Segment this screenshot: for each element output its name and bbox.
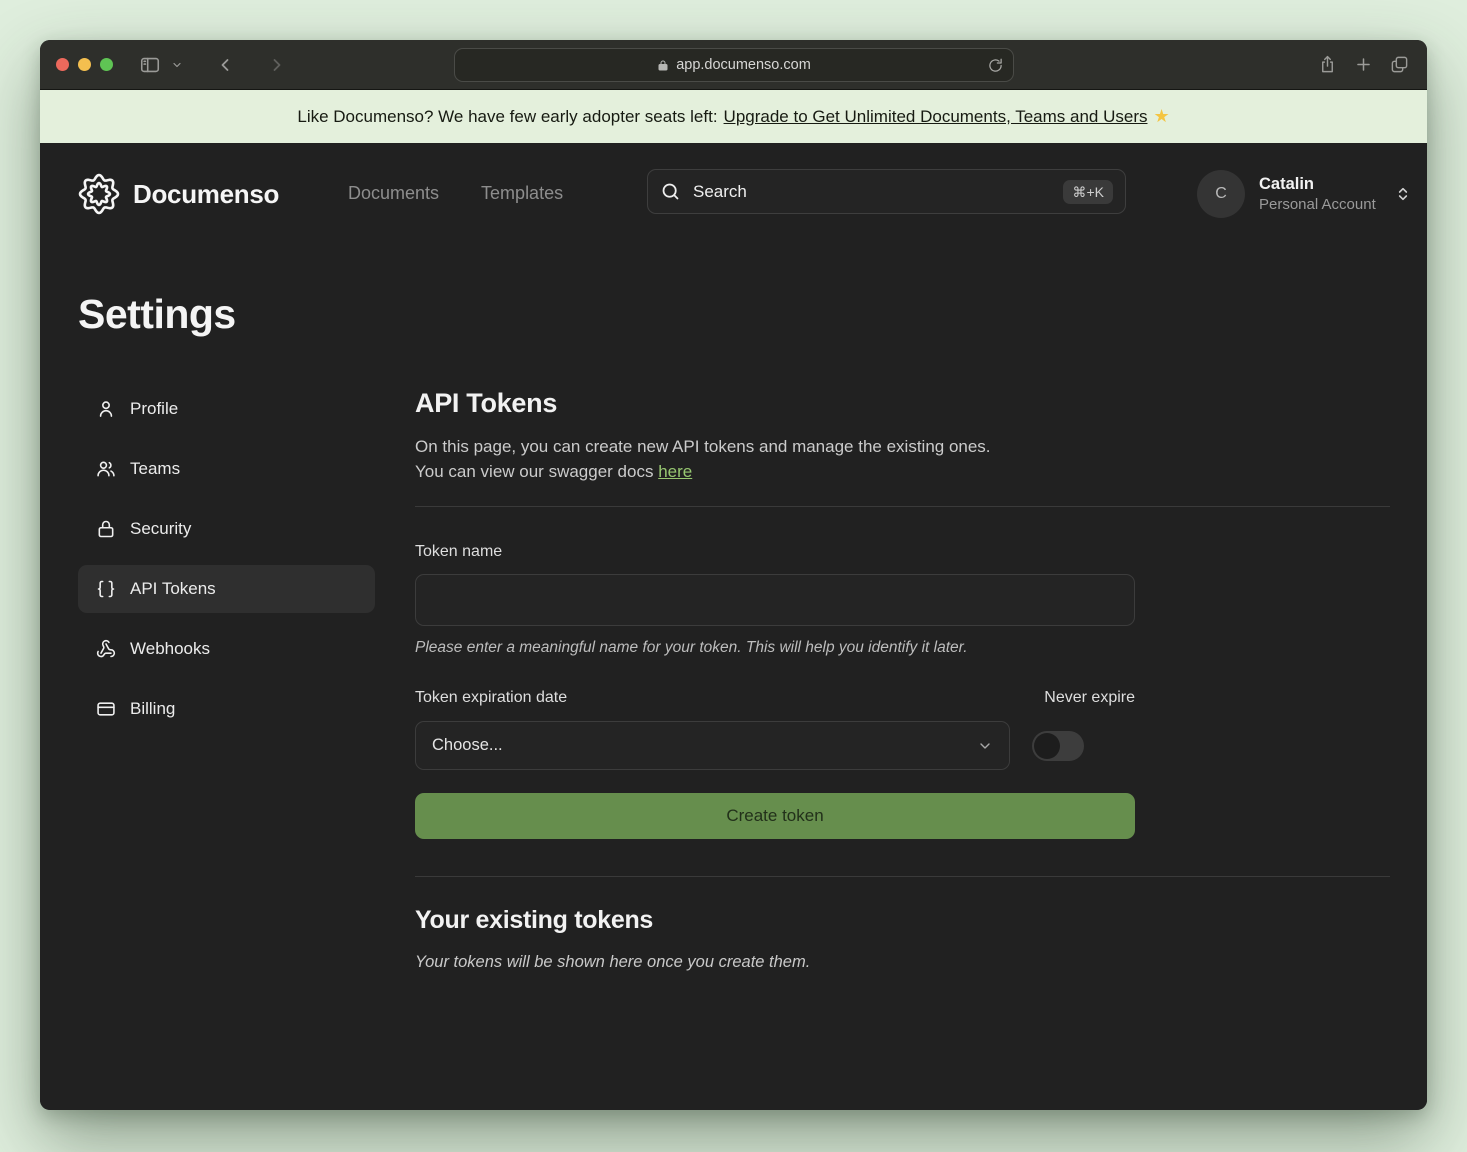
address-bar[interactable]: app.documenso.com xyxy=(454,48,1014,82)
description-line1: On this page, you can create new API tok… xyxy=(415,437,991,456)
sidebar-toggle-icon[interactable] xyxy=(139,54,161,76)
braces-icon xyxy=(96,579,116,599)
sidebar-item-label: Webhooks xyxy=(130,639,210,659)
search-label: Search xyxy=(693,182,1051,202)
account-name: Catalin xyxy=(1259,175,1395,194)
token-name-label: Token name xyxy=(415,543,1390,561)
chevron-down-icon xyxy=(977,738,993,754)
sidebar-item-billing[interactable]: Billing xyxy=(78,685,375,733)
divider xyxy=(415,506,1390,507)
nav-templates[interactable]: Templates xyxy=(481,183,563,204)
webhook-icon xyxy=(96,639,116,659)
lock-icon xyxy=(96,519,116,539)
search-shortcut-badge: ⌘+K xyxy=(1063,180,1113,204)
banner-text: Like Documenso? We have few early adopte… xyxy=(297,107,717,127)
zoom-window-button[interactable] xyxy=(100,58,113,71)
documenso-app: Documenso Documents Templates Search ⌘+K… xyxy=(40,143,1427,1109)
never-expire-toggle[interactable] xyxy=(1032,731,1084,761)
sidebar-item-profile[interactable]: Profile xyxy=(78,385,375,433)
minimize-window-button[interactable] xyxy=(78,58,91,71)
sidebar-item-label: Profile xyxy=(130,399,178,419)
token-name-input[interactable] xyxy=(415,574,1135,626)
section-title: API Tokens xyxy=(415,388,1390,419)
nav-documents[interactable]: Documents xyxy=(348,183,439,204)
expiration-select[interactable]: Choose... xyxy=(415,721,1010,770)
user-icon xyxy=(96,399,116,419)
existing-tokens-empty-note: Your tokens will be shown here once you … xyxy=(415,953,1390,972)
settings-sidebar: Profile Teams Security AP xyxy=(78,385,375,733)
api-tokens-panel: API Tokens On this page, you can create … xyxy=(415,388,1390,972)
sidebar-item-webhooks[interactable]: Webhooks xyxy=(78,625,375,673)
share-icon[interactable] xyxy=(1318,54,1337,75)
browser-window: app.documenso.com xyxy=(40,40,1427,1110)
sidebar-chevron-icon[interactable] xyxy=(171,59,183,71)
sidebar-item-label: Teams xyxy=(130,459,180,479)
brand-name: Documenso xyxy=(133,179,279,210)
tab-overview-icon[interactable] xyxy=(1390,55,1409,74)
reload-icon[interactable] xyxy=(988,58,1003,73)
credit-card-icon xyxy=(96,699,116,719)
promo-banner: Like Documenso? We have few early adopte… xyxy=(40,90,1427,143)
sidebar-item-teams[interactable]: Teams xyxy=(78,445,375,493)
sidebar-item-security[interactable]: Security xyxy=(78,505,375,553)
traffic-lights xyxy=(56,58,113,71)
search-input[interactable]: Search ⌘+K xyxy=(647,169,1126,214)
token-name-help: Please enter a meaningful name for your … xyxy=(415,639,1390,657)
tls-lock-icon xyxy=(657,59,669,72)
sidebar-item-label: Security xyxy=(130,519,191,539)
token-expiration-label: Token expiration date xyxy=(415,689,567,707)
new-tab-icon[interactable] xyxy=(1354,55,1373,74)
url-text: app.documenso.com xyxy=(676,57,811,73)
back-button[interactable] xyxy=(215,55,235,75)
account-type: Personal Account xyxy=(1259,196,1395,213)
toggle-knob xyxy=(1034,733,1060,759)
divider xyxy=(415,876,1390,877)
sidebar-item-label: Billing xyxy=(130,699,175,719)
account-menu[interactable]: C Catalin Personal Account xyxy=(1197,170,1411,218)
section-description: On this page, you can create new API tok… xyxy=(415,434,1390,484)
forward-button[interactable] xyxy=(267,55,287,75)
sidebar-item-api-tokens[interactable]: API Tokens xyxy=(78,565,375,613)
star-icon: ★ xyxy=(1153,106,1169,127)
description-line2: You can view our swagger docs xyxy=(415,462,653,481)
documenso-flower-icon xyxy=(80,175,118,213)
browser-chrome: app.documenso.com xyxy=(40,40,1427,90)
create-token-button[interactable]: Create token xyxy=(415,793,1135,839)
users-icon xyxy=(96,459,116,479)
close-window-button[interactable] xyxy=(56,58,69,71)
top-nav: Documents Templates xyxy=(348,183,563,204)
swagger-docs-link[interactable]: here xyxy=(658,462,692,481)
chevron-up-down-icon xyxy=(1395,184,1411,204)
never-expire-label: Never expire xyxy=(1044,689,1135,707)
search-icon xyxy=(660,181,681,202)
sidebar-item-label: API Tokens xyxy=(130,579,216,599)
avatar: C xyxy=(1197,170,1245,218)
existing-tokens-title: Your existing tokens xyxy=(415,906,1390,935)
page-title: Settings xyxy=(78,291,236,338)
upgrade-link[interactable]: Upgrade to Get Unlimited Documents, Team… xyxy=(724,107,1148,127)
expiration-select-value: Choose... xyxy=(432,736,503,755)
brand-logo[interactable]: Documenso xyxy=(78,173,279,215)
